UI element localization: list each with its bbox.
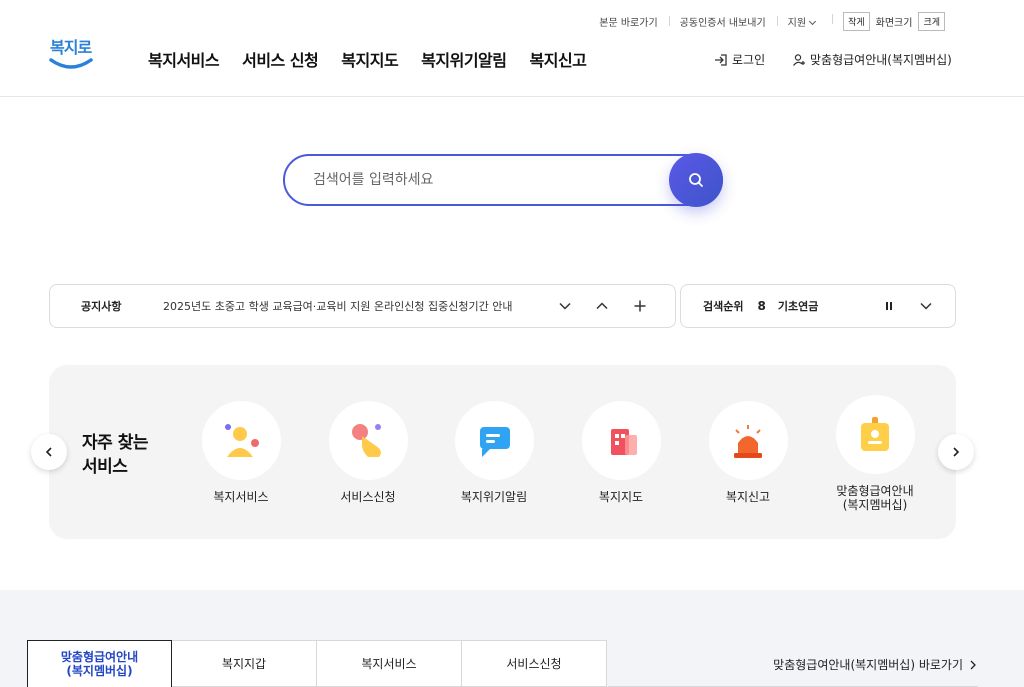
font-size-label: 화면크기 bbox=[875, 18, 913, 29]
service-item-welfare[interactable]: 복지서비스 bbox=[191, 401, 291, 504]
carousel-prev-button[interactable] bbox=[31, 434, 67, 470]
service-icon-circle bbox=[201, 401, 281, 480]
service-icon-circle bbox=[835, 395, 915, 474]
nav-crisis-alert[interactable]: 복지위기알림 bbox=[421, 47, 507, 71]
font-large-button[interactable]: 크게 bbox=[918, 12, 945, 31]
frequent-title-line1: 자주 찾는 bbox=[82, 433, 148, 453]
badge-icon bbox=[861, 416, 889, 451]
carousel-next-button[interactable] bbox=[938, 434, 974, 470]
login-icon bbox=[715, 53, 727, 66]
chevron-left-icon bbox=[45, 447, 52, 457]
rank-expand-button[interactable] bbox=[919, 298, 933, 317]
font-small-button[interactable]: 작게 bbox=[843, 12, 870, 31]
building-icon bbox=[611, 428, 637, 455]
chevron-right-icon bbox=[953, 447, 960, 457]
notice-bar: 공지사항 2025년도 초중고 학생 교육급여·교육비 지원 온라인신청 집중신… bbox=[49, 284, 676, 328]
search-button[interactable] bbox=[669, 153, 723, 207]
notice-more-button[interactable] bbox=[631, 297, 649, 315]
rank-number: 8 bbox=[757, 299, 766, 313]
notice-title: 공지사항 bbox=[81, 300, 122, 313]
service-item-crisis-alert[interactable]: 복지위기알림 bbox=[444, 401, 544, 504]
support-label: 지원 bbox=[787, 18, 807, 29]
logo-smile-icon bbox=[49, 58, 93, 69]
user-add-icon bbox=[793, 53, 805, 66]
service-icon-circle bbox=[708, 401, 788, 480]
font-size-control: 작게 화면크기 크게 bbox=[832, 12, 956, 31]
nav-service-apply[interactable]: 서비스 신청 bbox=[242, 47, 319, 71]
service-item-map[interactable]: 복지지도 bbox=[571, 401, 671, 504]
logo-text: 복지로 bbox=[50, 38, 92, 57]
notice-next-button[interactable] bbox=[556, 297, 574, 315]
service-item-apply[interactable]: 서비스신청 bbox=[318, 401, 418, 504]
frequent-title-line2: 서비스 bbox=[82, 457, 128, 477]
pause-icon bbox=[886, 302, 892, 310]
tab-welfare-service[interactable]: 복지서비스 bbox=[317, 640, 462, 687]
service-label: 복지서비스 bbox=[213, 490, 269, 504]
service-item-report[interactable]: 복지신고 bbox=[698, 401, 798, 504]
service-label: 복지신고 bbox=[725, 490, 771, 504]
tab-label-line1: 맞춤형급여안내 bbox=[60, 650, 139, 664]
chevron-down-icon bbox=[809, 17, 817, 26]
search-icon bbox=[689, 173, 703, 187]
service-label-line1: 맞춤형급여안내 bbox=[836, 484, 914, 498]
service-label: 서비스신청 bbox=[340, 490, 396, 504]
notice-content-link[interactable]: 2025년도 초중고 학생 교육급여·교육비 지원 온라인신청 집중신청기간 안… bbox=[163, 298, 543, 314]
rank-title: 검색순위 bbox=[703, 300, 744, 313]
bottom-tabs: 맞춤형급여안내 (복지멤버십) 복지지갑 복지서비스 서비스신청 bbox=[27, 640, 607, 687]
search-input[interactable] bbox=[313, 172, 653, 188]
logo[interactable]: 복지로 bbox=[48, 34, 96, 76]
search-rank-bar: 검색순위 8 기초연금 bbox=[680, 284, 956, 328]
service-icon-circle bbox=[328, 401, 408, 480]
plus-icon bbox=[634, 300, 646, 312]
nav-welfare-map[interactable]: 복지지도 bbox=[341, 47, 398, 71]
login-link[interactable]: 로그인 bbox=[714, 51, 765, 68]
login-label: 로그인 bbox=[732, 53, 766, 67]
support-dropdown[interactable]: 지원 bbox=[776, 14, 826, 29]
chevron-down-icon bbox=[559, 302, 571, 310]
chevron-right-icon bbox=[970, 660, 976, 669]
membership-link[interactable]: 맞춤형급여안내(복지멤버십) bbox=[792, 51, 952, 68]
service-item-membership[interactable]: 맞춤형급여안내 (복지멤버십) bbox=[825, 395, 925, 512]
service-label: 맞춤형급여안내 (복지멤버십) bbox=[825, 484, 925, 512]
service-label-line2: (복지멤버십) bbox=[842, 498, 908, 512]
frequent-services-title: 자주 찾는 서비스 bbox=[82, 431, 148, 479]
skip-to-content-link[interactable]: 본문 바로가기 bbox=[588, 14, 668, 29]
header: 본문 바로가기 공동인증서 내보내기 지원 작게 화면크기 크게 복지로 복지서… bbox=[0, 0, 1024, 97]
tab-membership[interactable]: 맞춤형급여안내 (복지멤버십) bbox=[27, 640, 172, 687]
siren-icon bbox=[734, 424, 762, 458]
chevron-up-icon bbox=[596, 302, 608, 310]
service-icon-circle bbox=[454, 401, 534, 480]
search-box bbox=[283, 154, 723, 206]
tab-wallet[interactable]: 복지지갑 bbox=[172, 640, 317, 687]
tab-service-apply[interactable]: 서비스신청 bbox=[462, 640, 607, 687]
service-label: 복지지도 bbox=[598, 490, 644, 504]
chevron-down-icon bbox=[920, 302, 932, 310]
nav-welfare-report[interactable]: 복지신고 bbox=[530, 47, 587, 71]
notice-prev-button[interactable] bbox=[593, 297, 611, 315]
tab-label-line2: (복지멤버십) bbox=[66, 664, 133, 678]
utility-bar: 본문 바로가기 공동인증서 내보내기 지원 작게 화면크기 크게 bbox=[588, 12, 956, 31]
main-nav: 복지서비스 서비스 신청 복지지도 복지위기알림 복지신고 bbox=[148, 47, 609, 71]
membership-goto-link[interactable]: 맞춤형급여안내(복지멤버십) 바로가기 bbox=[773, 656, 979, 673]
nav-welfare-service[interactable]: 복지서비스 bbox=[148, 47, 220, 71]
hand-click-icon bbox=[352, 423, 381, 457]
service-label: 복지위기알림 bbox=[460, 490, 528, 504]
service-icon-circle bbox=[581, 401, 661, 480]
rank-keyword-link[interactable]: 기초연금 bbox=[778, 298, 818, 314]
cert-export-link[interactable]: 공동인증서 내보내기 bbox=[668, 14, 777, 29]
rank-pause-button[interactable] bbox=[882, 298, 896, 317]
goto-label: 맞춤형급여안내(복지멤버십) 바로가기 bbox=[773, 658, 963, 672]
people-icon bbox=[225, 423, 259, 457]
message-icon bbox=[480, 426, 510, 457]
membership-label: 맞춤형급여안내(복지멤버십) bbox=[810, 53, 952, 67]
